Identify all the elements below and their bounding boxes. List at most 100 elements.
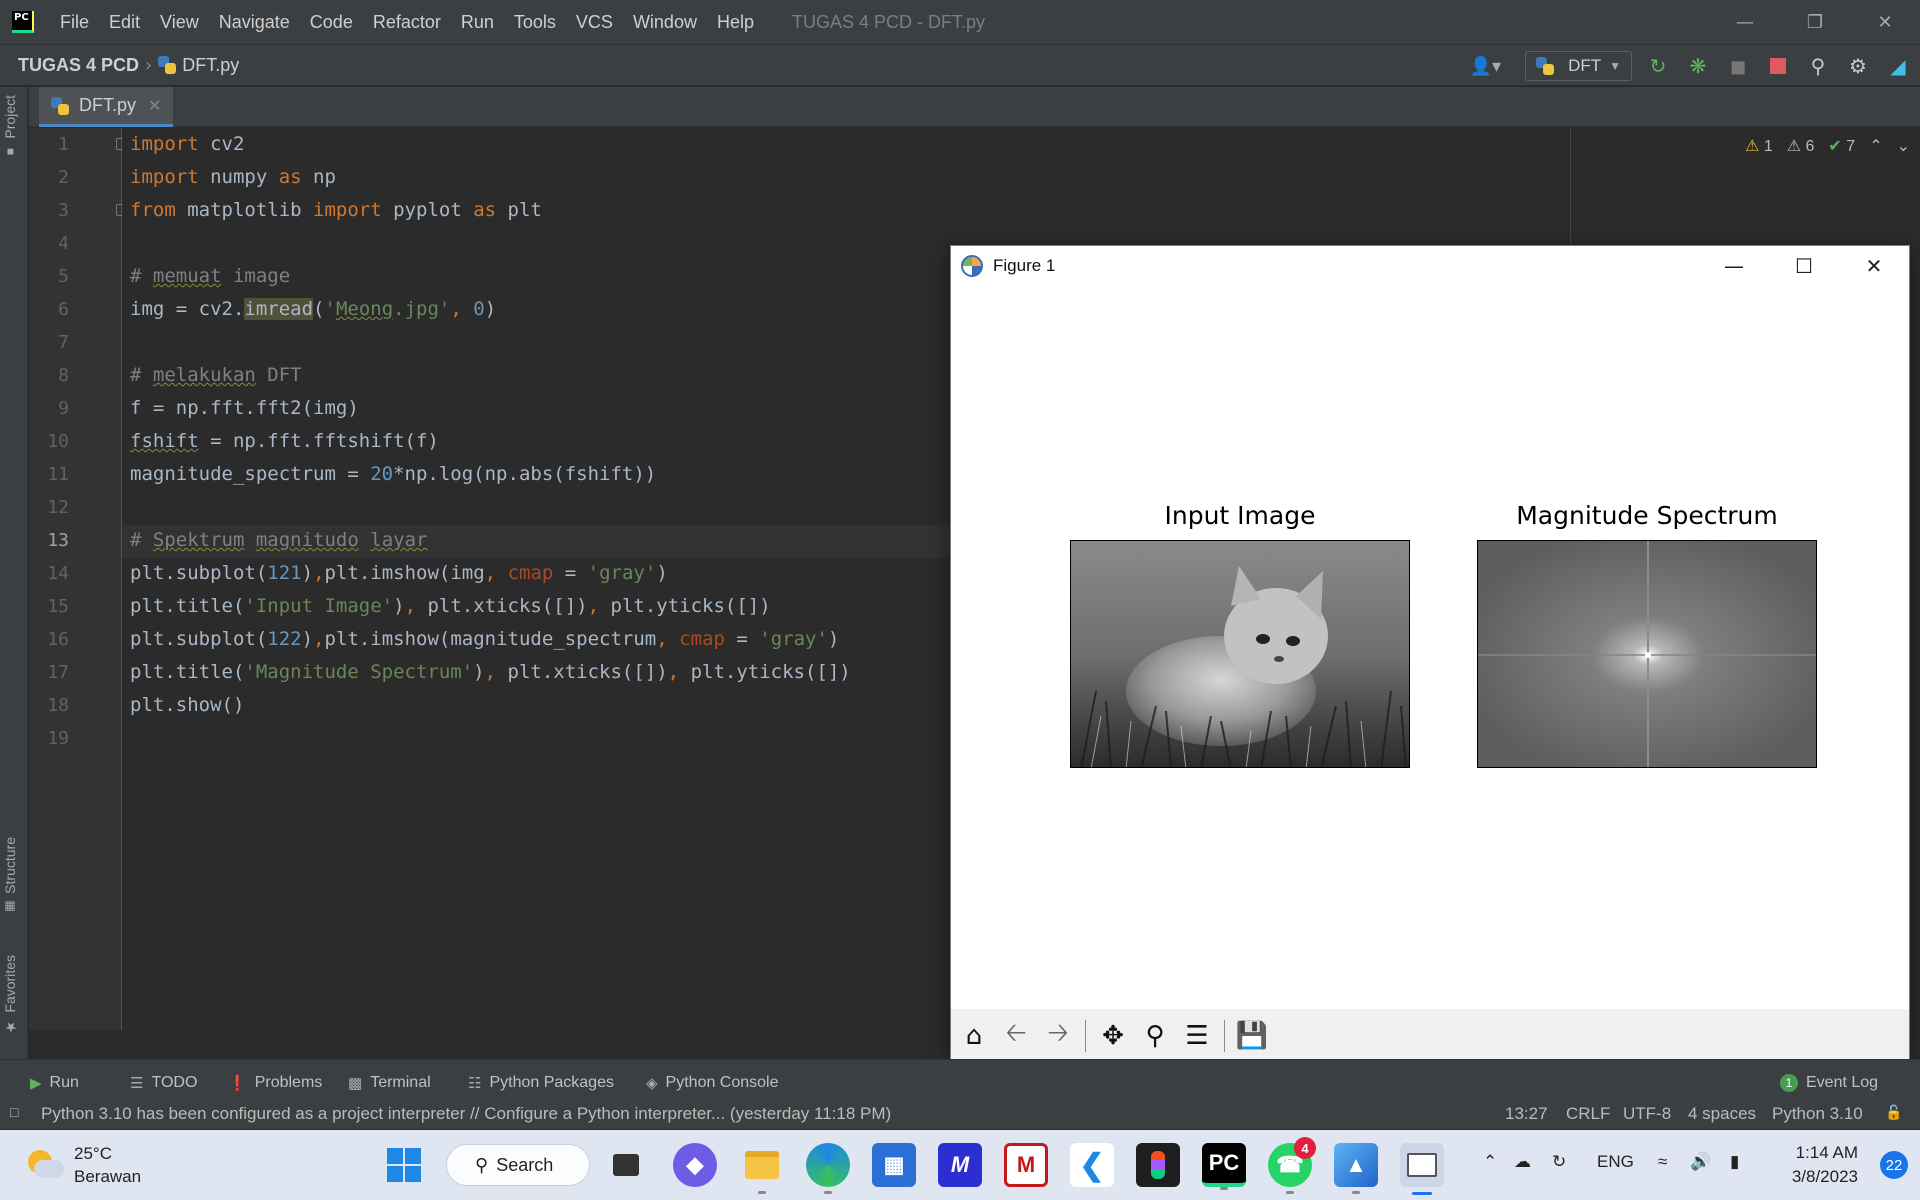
inspection-widget[interactable]: ⚠ 1 ⚠ 6 ✔ 7 ⌃ ⌄ bbox=[1745, 136, 1910, 156]
figure-close-icon[interactable]: ✕ bbox=[1839, 246, 1909, 286]
show-hidden-icons-icon[interactable]: ⌃ bbox=[1483, 1152, 1497, 1172]
close-tab-icon[interactable]: ✕ bbox=[148, 96, 161, 116]
breadcrumb-project[interactable]: TUGAS 4 PCD bbox=[18, 55, 139, 76]
rerun-icon[interactable]: ↻ bbox=[1644, 52, 1672, 80]
onedrive-icon[interactable]: ☁ bbox=[1514, 1152, 1531, 1172]
breadcrumb-file[interactable]: DFT.py bbox=[158, 55, 239, 76]
menu-navigate[interactable]: Navigate bbox=[209, 0, 300, 44]
terminal-tool-button[interactable]: ▩ Terminal bbox=[348, 1074, 431, 1092]
stop-icon[interactable] bbox=[1764, 52, 1792, 80]
mathpad-icon[interactable]: M bbox=[938, 1143, 982, 1187]
menu-vcs[interactable]: VCS bbox=[566, 0, 623, 44]
indent-setting[interactable]: 4 spaces bbox=[1688, 1104, 1756, 1124]
python-interpreter[interactable]: Python 3.10 bbox=[1772, 1104, 1863, 1124]
event-log-tool-button[interactable]: 1 Event Log bbox=[1780, 1074, 1878, 1092]
pan-icon[interactable]: ✥ bbox=[1094, 1016, 1132, 1056]
menu-window[interactable]: Window bbox=[623, 0, 707, 44]
zoom-icon[interactable]: ⚲ bbox=[1136, 1016, 1174, 1056]
matplotlib-figure-window[interactable]: Figure 1 — ☐ ✕ Input Image Magnitude Spe… bbox=[950, 245, 1910, 1063]
next-highlight-icon[interactable]: ⌄ bbox=[1897, 136, 1910, 156]
teams-chat-icon[interactable]: ◆ bbox=[673, 1143, 717, 1187]
gear-icon[interactable]: ⚙ bbox=[1844, 52, 1872, 80]
menu-help[interactable]: Help bbox=[707, 0, 764, 44]
status-message[interactable]: Python 3.10 has been configured as a pro… bbox=[41, 1104, 891, 1124]
system-clock[interactable]: 1:14 AM 3/8/2023 bbox=[1792, 1141, 1858, 1189]
sync-icon[interactable]: ↻ bbox=[1552, 1152, 1566, 1172]
lock-icon[interactable]: 🔓 bbox=[1885, 1104, 1902, 1121]
layers-icon: ☷ bbox=[468, 1075, 482, 1092]
tab-dft-py[interactable]: DFT.py ✕ bbox=[39, 87, 174, 127]
toggle-tool-windows-icon[interactable]: □ bbox=[10, 1104, 18, 1120]
wifi-icon[interactable]: ≈ bbox=[1658, 1152, 1667, 1172]
python-file-icon bbox=[51, 96, 69, 115]
structure-tool-tab[interactable]: ▦ Structure bbox=[2, 837, 18, 914]
figure-maximize-icon[interactable]: ☐ bbox=[1769, 246, 1839, 286]
search-icon[interactable]: ⚲ bbox=[1804, 52, 1832, 80]
minimize-icon[interactable]: — bbox=[1710, 0, 1780, 44]
menu-edit[interactable]: Edit bbox=[99, 0, 150, 44]
task-view-icon[interactable] bbox=[604, 1143, 648, 1187]
battery-icon[interactable]: ▮ bbox=[1730, 1152, 1739, 1172]
vscode-icon[interactable]: ❮ bbox=[1070, 1143, 1114, 1187]
coverage-icon[interactable]: ◼ bbox=[1724, 52, 1752, 80]
file-explorer-icon[interactable] bbox=[740, 1143, 784, 1194]
python-packages-tool-button[interactable]: ☷ Python Packages bbox=[468, 1074, 614, 1092]
figure-title-bar[interactable]: Figure 1 — ☐ ✕ bbox=[951, 246, 1909, 286]
home-icon[interactable]: ⌂ bbox=[955, 1016, 993, 1056]
menu-refactor[interactable]: Refactor bbox=[363, 0, 451, 44]
debug-icon[interactable]: ❋ bbox=[1684, 52, 1712, 80]
pycharm-logo-icon[interactable]: PC bbox=[12, 11, 34, 33]
input-language[interactable]: ENG bbox=[1597, 1152, 1634, 1172]
input-image-axes[interactable] bbox=[1070, 540, 1410, 768]
project-tool-tab[interactable]: ■ Project bbox=[2, 95, 18, 159]
plugins-icon[interactable]: ◢ bbox=[1884, 52, 1912, 80]
pycharm-taskbar-icon[interactable]: PC bbox=[1202, 1143, 1246, 1190]
photos-icon[interactable]: ▲ bbox=[1334, 1143, 1378, 1194]
restore-icon[interactable]: ❐ bbox=[1780, 0, 1850, 44]
previous-highlight-icon[interactable]: ⌃ bbox=[1869, 136, 1882, 156]
line-separator[interactable]: CRLF bbox=[1566, 1104, 1610, 1124]
typo-count[interactable]: ✔ 7 bbox=[1828, 136, 1855, 156]
weather-text: 25°C Berawan bbox=[74, 1142, 141, 1188]
forward-icon[interactable]: 🡢 bbox=[1039, 1016, 1077, 1056]
caret-position[interactable]: 13:27 bbox=[1505, 1104, 1548, 1124]
menu-code[interactable]: Code bbox=[300, 0, 363, 44]
figma-icon[interactable] bbox=[1136, 1143, 1180, 1187]
notification-center-badge[interactable]: 22 bbox=[1880, 1151, 1908, 1179]
menu-run[interactable]: Run bbox=[451, 0, 504, 44]
todo-tool-button[interactable]: ☰ TODO bbox=[130, 1074, 197, 1092]
code-line: # melakukan DFT bbox=[130, 364, 302, 386]
magnitude-spectrum-axes[interactable] bbox=[1477, 540, 1817, 768]
close-icon[interactable]: ✕ bbox=[1850, 0, 1920, 44]
edge-browser-icon[interactable] bbox=[806, 1143, 850, 1194]
search-icon: ⚲ bbox=[475, 1154, 489, 1175]
error-count[interactable]: ⚠ 1 bbox=[1745, 136, 1773, 156]
mcafee-icon[interactable]: M bbox=[1004, 1143, 1048, 1187]
warning-count[interactable]: ⚠ 6 bbox=[1787, 136, 1815, 156]
figure-minimize-icon[interactable]: — bbox=[1699, 246, 1769, 286]
favorites-tool-tab[interactable]: ★ Favorites bbox=[2, 955, 18, 1035]
microsoft-store-icon[interactable]: ▦ bbox=[872, 1143, 916, 1187]
problems-tool-button[interactable]: ❗ Problems bbox=[228, 1074, 322, 1092]
figure-title: Figure 1 bbox=[993, 256, 1056, 275]
figure-canvas[interactable]: Input Image Magnitude Spectrum bbox=[951, 286, 1909, 1008]
line-number: 18 bbox=[47, 695, 69, 716]
start-button[interactable] bbox=[382, 1143, 426, 1187]
magnitude-spectrum-title: Magnitude Spectrum bbox=[1516, 501, 1778, 530]
configure-icon[interactable]: ☰ bbox=[1178, 1016, 1216, 1056]
file-encoding[interactable]: UTF-8 bbox=[1623, 1104, 1671, 1124]
run-configuration-select[interactable]: DFT ▼ bbox=[1525, 51, 1632, 81]
save-icon[interactable]: 💾 bbox=[1233, 1016, 1271, 1056]
menu-view[interactable]: View bbox=[150, 0, 209, 44]
taskbar-search[interactable]: ⚲ Search bbox=[446, 1144, 590, 1186]
python-figure-taskbar-icon[interactable] bbox=[1400, 1143, 1444, 1195]
weather-widget[interactable]: 25°C Berawan bbox=[26, 1142, 141, 1188]
volume-icon[interactable]: 🔊 bbox=[1690, 1152, 1711, 1172]
user-account-icon[interactable]: 👤▾ bbox=[1470, 56, 1501, 77]
run-tool-button[interactable]: ▶ Run bbox=[30, 1074, 79, 1092]
menu-file[interactable]: File bbox=[50, 0, 99, 44]
menu-tools[interactable]: Tools bbox=[504, 0, 566, 44]
whatsapp-icon[interactable]: ☎ 4 bbox=[1268, 1137, 1316, 1194]
back-icon[interactable]: 🡠 bbox=[997, 1016, 1035, 1056]
python-console-tool-button[interactable]: ◈ Python Console bbox=[646, 1074, 779, 1092]
